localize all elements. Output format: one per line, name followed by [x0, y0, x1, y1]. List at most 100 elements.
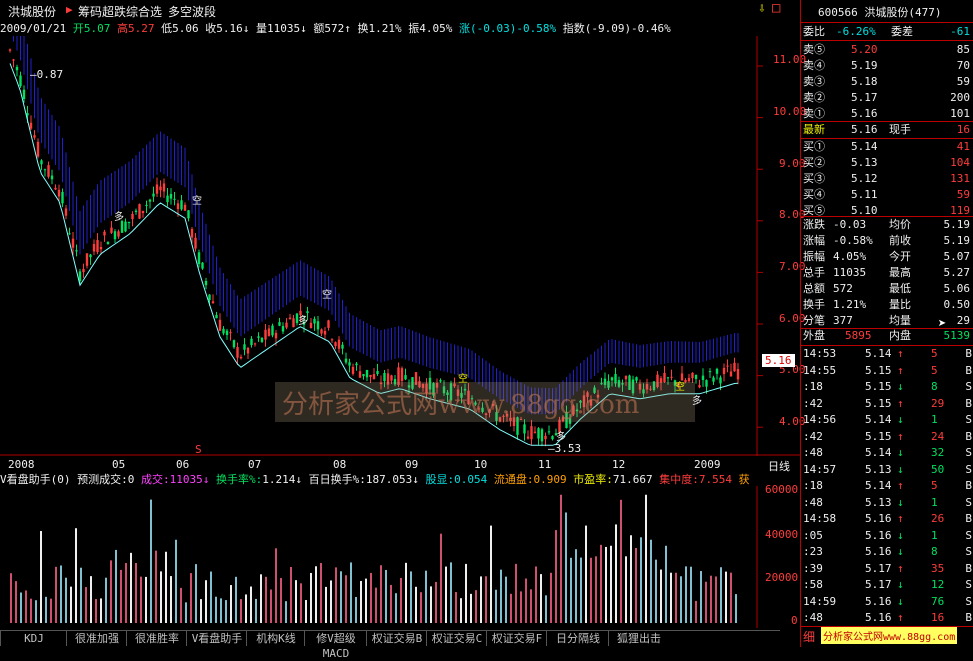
stat-value: 4.05% [833, 250, 867, 263]
volume-bar [360, 581, 362, 623]
volume-bar [700, 571, 702, 623]
weibi-label: 委比 [803, 25, 825, 38]
time-label: 07 [248, 458, 262, 471]
stat-label: 最高 [889, 266, 911, 279]
volume-label: 量 [255, 22, 267, 35]
bid-row: 买③ 5.12 131 [803, 171, 973, 187]
tab-fox-attack[interactable]: 狐狸出击 [608, 631, 669, 646]
volume-bar [120, 569, 122, 623]
candle-body [544, 435, 547, 440]
volume-bar [655, 559, 657, 623]
tab-v-kan-pan[interactable]: V看盘助手 [186, 631, 247, 646]
tab-hen-zhun-jia-qiang[interactable]: 很准加强 [66, 631, 127, 646]
volume-bar [600, 544, 602, 623]
latest-price: 5.16 [851, 123, 878, 136]
tick-direction: ↓ [897, 446, 904, 459]
tab-kdj[interactable]: KDJ [0, 631, 67, 646]
stat-row: 分笔 377 均量 29 [803, 313, 973, 329]
volume-bar [460, 598, 462, 623]
time-axis: 2008 05 06 07 08 09 10 11 12 2009 日线 [0, 456, 800, 474]
kline-chart[interactable]: 分析家公式网www.88gg.com 11.00 10.00 9.00 8.00… [0, 36, 806, 456]
volume-bar [720, 567, 722, 623]
tick-direction: ↑ [897, 347, 904, 360]
formula-name-1[interactable]: 筹码超跌综合选 [78, 3, 162, 20]
volume-bar [335, 567, 337, 623]
turnover-label: 换 [357, 22, 369, 35]
volume-bar [705, 581, 707, 623]
tab-warrant-b[interactable]: 权证交易B [366, 631, 427, 646]
candle-body [701, 375, 705, 381]
volume-bar [90, 576, 92, 623]
tick-time: :05 [803, 528, 823, 542]
tab-ji-gou-kline[interactable]: 机构K线 [246, 631, 305, 646]
volume-bar [480, 576, 482, 623]
volume-bar [580, 557, 582, 623]
tick-direction: ↓ [897, 380, 904, 393]
volume-bar [500, 569, 502, 623]
stat-label: 均价 [889, 218, 911, 231]
detail-label[interactable]: 细 [803, 628, 815, 645]
tick-side: S [965, 413, 972, 426]
time-label: 05 [112, 458, 126, 471]
candle-body [334, 342, 337, 347]
tab-warrant-f[interactable]: 权证交易F [486, 631, 547, 646]
tick-row: :48 5.16 ↑ 16 B [803, 610, 973, 626]
tick-row: 14:58 5.16 ↑ 26 B [803, 511, 973, 527]
volume-bar [440, 533, 442, 623]
volume-bar [280, 578, 282, 623]
volume-bar [135, 563, 137, 623]
tick-time: :18 [803, 380, 823, 393]
stat-value: 377 [833, 314, 853, 327]
tick-price: 5.14 [865, 347, 892, 360]
candle-body [274, 332, 278, 339]
bid-label: 买④ [803, 188, 825, 201]
tab-day-separator[interactable]: 日分隔线 [546, 631, 609, 646]
price-axis-ticks [757, 65, 763, 428]
candle-body [666, 377, 670, 379]
volume-bar [545, 595, 547, 623]
tab-super-macd[interactable]: 修V超级MACD [304, 631, 367, 660]
signal-kong: 空 [322, 290, 332, 301]
volume-bar [105, 577, 107, 623]
volume-axis-label: 20000 [765, 571, 799, 584]
formula-name-2[interactable]: 多空波段 [168, 3, 216, 20]
tick-direction: ↑ [897, 396, 904, 410]
stat-label: 均量 [889, 314, 911, 327]
volume-bar [300, 583, 302, 623]
stat-label: 振幅 [803, 250, 825, 263]
amplitude-value: 4.05% [419, 22, 453, 35]
volume-axis-label: 0 [791, 614, 798, 627]
volume-bar [265, 576, 267, 623]
tab-warrant-c[interactable]: 权证交易C [426, 631, 487, 646]
window-box-icon[interactable]: □ [772, 0, 780, 16]
candle-body [15, 66, 19, 71]
stock-name[interactable]: 洪城股份 [8, 3, 56, 20]
ohlc-info-bar: 2009/01/21 开5.07 高5.27 低5.06 收5.16↓ 量110… [0, 22, 671, 35]
volume-bar [80, 567, 82, 623]
tick-side: B [965, 611, 972, 624]
weibi-value: -6.26% [836, 25, 876, 38]
volume-bar [515, 563, 517, 623]
volume-bar [185, 602, 187, 623]
tick-price: 5.16 [865, 611, 892, 624]
candle-body [540, 429, 544, 442]
tick-volume: 50 [931, 462, 945, 476]
tab-hen-zhun-sheng-lv[interactable]: 很准胜率 [126, 631, 187, 646]
period-label[interactable]: 日线 [768, 458, 790, 474]
tick-volume: 8 [931, 545, 938, 558]
outer-label: 外盘 [803, 329, 825, 342]
candle-body [698, 385, 701, 388]
volume-bar [100, 598, 102, 623]
candle-body [50, 175, 54, 180]
volume-bar [685, 566, 687, 623]
time-label: 2009 [694, 458, 721, 471]
candle-body [390, 375, 393, 381]
candle-body [180, 200, 183, 210]
volume-chart[interactable]: 60000 40000 20000 0 [0, 483, 800, 628]
candle-body [537, 428, 540, 439]
candle-body [285, 322, 288, 328]
vol-indicator-title[interactable]: V看盘助手(0) [0, 473, 71, 486]
pointer-icon: ▶ [66, 3, 73, 16]
anchor-icon[interactable]: ⇩ [758, 1, 766, 16]
volume-bar [510, 593, 512, 623]
